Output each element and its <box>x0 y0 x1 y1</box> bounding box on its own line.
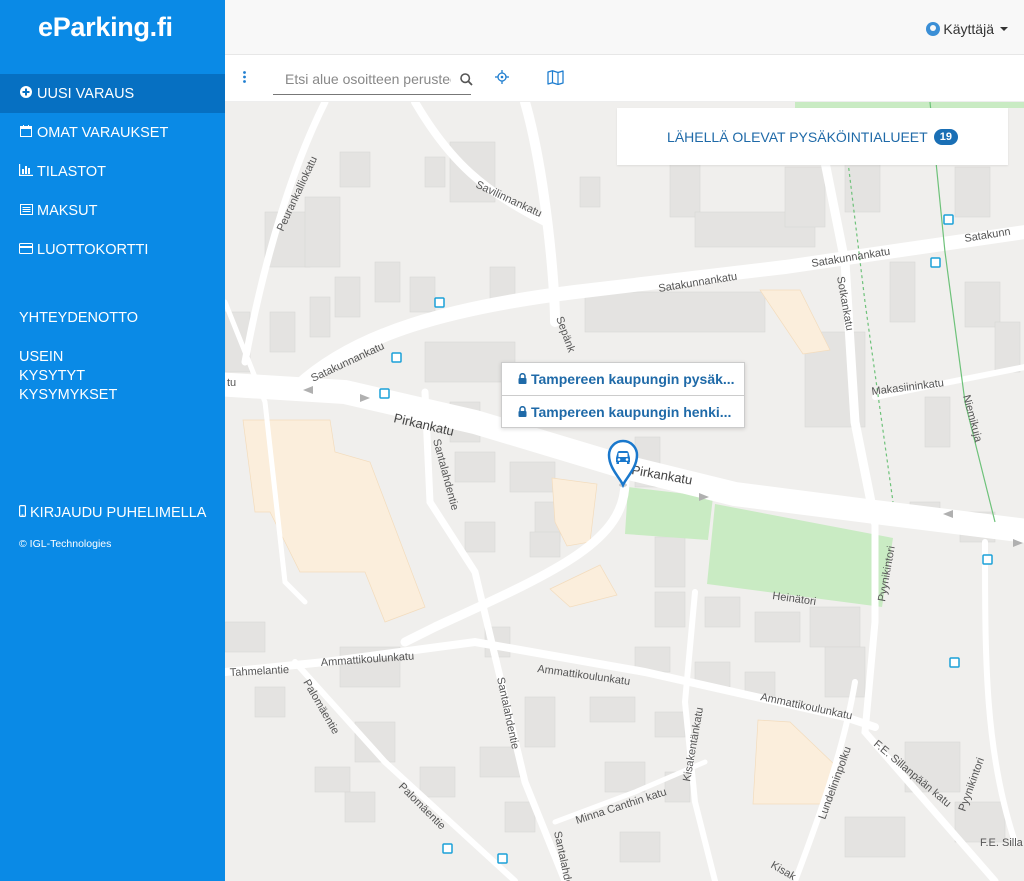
map-view-icon[interactable] <box>547 70 564 90</box>
search-box <box>273 64 473 95</box>
parking-area-option[interactable]: Tampereen kaupungin henki... <box>502 395 744 427</box>
nearby-parking-areas-button[interactable]: LÄHELLÄ OLEVAT PYSÄKÖINTIALUEET 19 <box>617 108 1008 165</box>
address-search-input[interactable] <box>273 64 451 94</box>
user-icon <box>926 22 941 36</box>
mobile-phone-icon <box>19 504 27 521</box>
parking-area-name: Tampereen kaupungin pysäk... <box>531 371 735 387</box>
phone-login-link[interactable]: KIRJAUDU PUHELIMELLA <box>0 493 225 532</box>
sidebar-item-label: TILASTOT <box>37 163 107 180</box>
parking-area-popup: Tampereen kaupungin pysäk... Tampereen k… <box>501 362 745 428</box>
sidebar-item-new-reservation[interactable]: UUSI VARAUS <box>0 74 225 113</box>
sidebar-item-label: UUSI VARAUS <box>37 85 135 102</box>
parking-area-option[interactable]: Tampereen kaupungin pysäk... <box>502 363 744 395</box>
faq-link[interactable]: USEIN KYSYTYT KYSYMYKSET <box>0 348 150 405</box>
sidebar-item-credit-card[interactable]: LUOTTOKORTTI <box>0 230 225 269</box>
sidebar-item-label: OMAT VARAUKSET <box>37 124 169 141</box>
sidebar-item-statistics[interactable]: TILASTOT <box>0 152 225 191</box>
locate-crosshair-icon[interactable] <box>495 70 509 89</box>
map[interactable]: Satakunnankatu Satakunnankatu Satakunnan… <box>225 102 1024 881</box>
calendar-icon <box>19 125 33 140</box>
copyright: © IGL-Technologies <box>19 538 112 550</box>
contact-link[interactable]: YHTEYDENOTTO <box>0 309 157 328</box>
top-navbar: Käyttäjä <box>225 0 1024 55</box>
sidebar-item-my-reservations[interactable]: OMAT VARAUKSET <box>0 113 225 152</box>
kebab-menu-icon[interactable] <box>243 71 246 83</box>
plus-circle-icon <box>19 86 33 101</box>
sidebar: eParking.fi UUSI VARAUS OMAT VARAUKSET T… <box>0 0 225 881</box>
parking-area-name: Tampereen kaupungin henki... <box>531 403 732 420</box>
street-label: F.E. Silla <box>980 837 1024 849</box>
user-name: Käyttäjä <box>943 21 994 37</box>
sidebar-item-label: MAKSUT <box>37 202 98 219</box>
nearby-parking-label: LÄHELLÄ OLEVAT PYSÄKÖINTIALUEET <box>667 128 928 145</box>
search-icon[interactable] <box>460 73 473 91</box>
phone-login-label: KIRJAUDU PUHELIMELLA <box>30 504 207 521</box>
lock-icon <box>518 371 527 387</box>
lock-icon <box>518 404 527 420</box>
caret-down-icon <box>1000 27 1008 31</box>
sidebar-item-label: LUOTTOKORTTI <box>37 241 149 258</box>
credit-card-icon <box>19 242 33 257</box>
map-toolbar <box>225 55 1024 102</box>
sidebar-item-payments[interactable]: MAKSUT <box>0 191 225 230</box>
user-menu[interactable]: Käyttäjä <box>926 21 1008 37</box>
bar-chart-icon <box>19 164 33 179</box>
car-location-marker[interactable] <box>606 438 640 493</box>
street-label: tu <box>227 377 236 389</box>
app-logo[interactable]: eParking.fi <box>0 0 225 55</box>
nearby-count-badge: 19 <box>933 128 958 145</box>
list-icon <box>19 203 33 218</box>
